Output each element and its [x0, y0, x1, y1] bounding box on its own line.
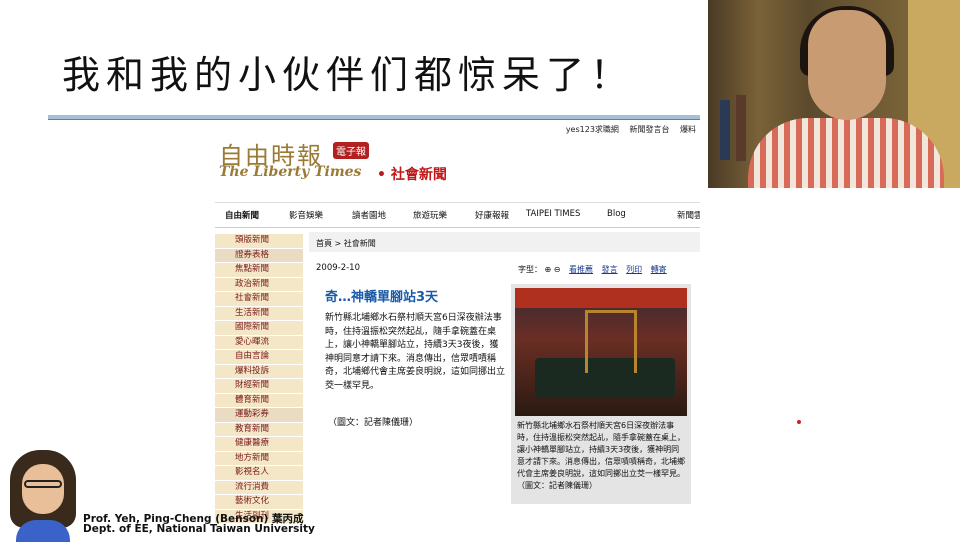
sidebar-item[interactable]: 政治新聞: [215, 277, 303, 292]
article-credit: （圖文：記者陳儀珊）: [328, 418, 419, 428]
nav-item[interactable]: 新聞雲: [677, 209, 700, 221]
recommend-link[interactable]: 看推薦: [569, 265, 593, 274]
sidebar-item[interactable]: 教育新聞: [215, 422, 303, 437]
avatar-body: [16, 520, 70, 542]
main-nav: 自由新聞 影音娛樂 讀者園地 旅遊玩樂 好康報報 TAIPEI TIMES Bl…: [215, 202, 700, 228]
glasses-icon: [24, 480, 62, 488]
sidebar-item[interactable]: 頭版新聞: [215, 234, 303, 249]
photo-banner: [515, 288, 687, 308]
sidebar-item[interactable]: 運動彩券: [215, 408, 303, 423]
nav-item[interactable]: 影音娛樂: [289, 209, 323, 221]
article-headline: 奇…神轎單腳站3天: [325, 290, 439, 305]
nav-item[interactable]: 旅遊玩樂: [413, 209, 447, 221]
article-body: 新竹縣北埔鄉水石祭村順天宮6日深夜辦法事時，住持溫振松突然起乩，隨手拿碗蓋在桌上…: [325, 313, 506, 391]
nav-item[interactable]: 讀者園地: [352, 209, 386, 221]
sidebar-item[interactable]: 健康醫療: [215, 437, 303, 452]
sidebar-item[interactable]: 愛心暉流: [215, 335, 303, 350]
logo-badge: 電子報: [333, 142, 369, 159]
top-link[interactable]: 爆料: [680, 125, 696, 134]
font-size-label: 字型：: [518, 265, 542, 274]
book-spine: [736, 95, 746, 161]
article-date: 2009-2-10: [316, 263, 360, 273]
sidebar-item[interactable]: 焦點新聞: [215, 263, 303, 278]
sidebar-item[interactable]: 體育新聞: [215, 393, 303, 408]
pointer-dot: [797, 420, 801, 424]
webcam-video: [708, 0, 960, 188]
newspaper-screenshot: yes123求職網 新聞發言台 爆料 自由時報 電子報 The Liberty …: [215, 120, 700, 540]
caption-credit: （圖文：記者陳儀珊）: [517, 481, 597, 490]
section-title: • 社會新聞: [377, 167, 447, 183]
sidebar-item[interactable]: 證券表格: [215, 248, 303, 263]
comment-link[interactable]: 發言: [602, 265, 618, 274]
photo-caption: 新竹縣北埔鄉水石祭村順天宮6日深夜辦法事時，住持溫振松突然起乩，隨手拿碗蓋在桌上…: [517, 420, 687, 492]
breadcrumb[interactable]: 首頁 > 社會新聞: [316, 238, 376, 249]
site-logo-english: The Liberty Times: [219, 164, 362, 180]
presenter-affiliation: Dept. of EE, National Taiwan University: [83, 523, 315, 535]
slide-title: 我和我的小伙伴们都惊呆了！: [62, 53, 635, 97]
sidebar-item[interactable]: 影視名人: [215, 466, 303, 481]
presenter-shirt: [748, 118, 944, 188]
sidebar-item[interactable]: 流行消費: [215, 480, 303, 495]
sidebar-item[interactable]: 財經新聞: [215, 379, 303, 394]
presenter-face: [808, 10, 886, 120]
presenter-avatar: [6, 450, 80, 542]
top-links: yes123求職網 新聞發言台 爆料: [558, 124, 696, 135]
font-plus-icon[interactable]: ⊕: [545, 265, 552, 274]
sidebar-item[interactable]: 爆料投訴: [215, 364, 303, 379]
font-minus-icon[interactable]: ⊖: [554, 265, 561, 274]
sidebar-item[interactable]: 國際新聞: [215, 321, 303, 336]
sidebar-item[interactable]: 社會新聞: [215, 292, 303, 307]
sidebar-item[interactable]: 藝術文化: [215, 495, 303, 510]
article-photo-box: 新竹縣北埔鄉水石祭村順天宮6日深夜辦法事時，住持溫振松突然起乩，隨手拿碗蓋在桌上…: [511, 284, 691, 504]
top-link[interactable]: 新聞發言台: [629, 125, 669, 134]
print-link[interactable]: 列印: [626, 265, 642, 274]
avatar-face: [22, 464, 64, 514]
nav-item[interactable]: TAIPEI TIMES: [526, 209, 580, 219]
nav-item[interactable]: 自由新聞: [225, 209, 259, 221]
book-spine: [720, 100, 730, 160]
sidebar-item[interactable]: 生活新聞: [215, 306, 303, 321]
sidebar-item[interactable]: 地方新聞: [215, 451, 303, 466]
nav-item[interactable]: Blog: [607, 209, 626, 219]
sidebar-menu: 頭版新聞 證券表格 焦點新聞 政治新聞 社會新聞 生活新聞 國際新聞 愛心暉流 …: [215, 234, 303, 524]
sidebar-item[interactable]: 自由言論: [215, 350, 303, 365]
photo-sedan: [585, 310, 637, 373]
article-tools: 字型： ⊕ ⊖ 看推薦 發言 列印 轉寄: [518, 264, 667, 275]
article-photo[interactable]: [515, 288, 687, 416]
caption-text: 新竹縣北埔鄉水石祭村順天宮6日深夜辦法事時，住持溫振松突然起乩，隨手拿碗蓋在桌上…: [517, 421, 685, 478]
top-link[interactable]: yes123求職網: [566, 125, 619, 134]
nav-item[interactable]: 好康報報: [475, 209, 509, 221]
forward-link[interactable]: 轉寄: [651, 265, 667, 274]
